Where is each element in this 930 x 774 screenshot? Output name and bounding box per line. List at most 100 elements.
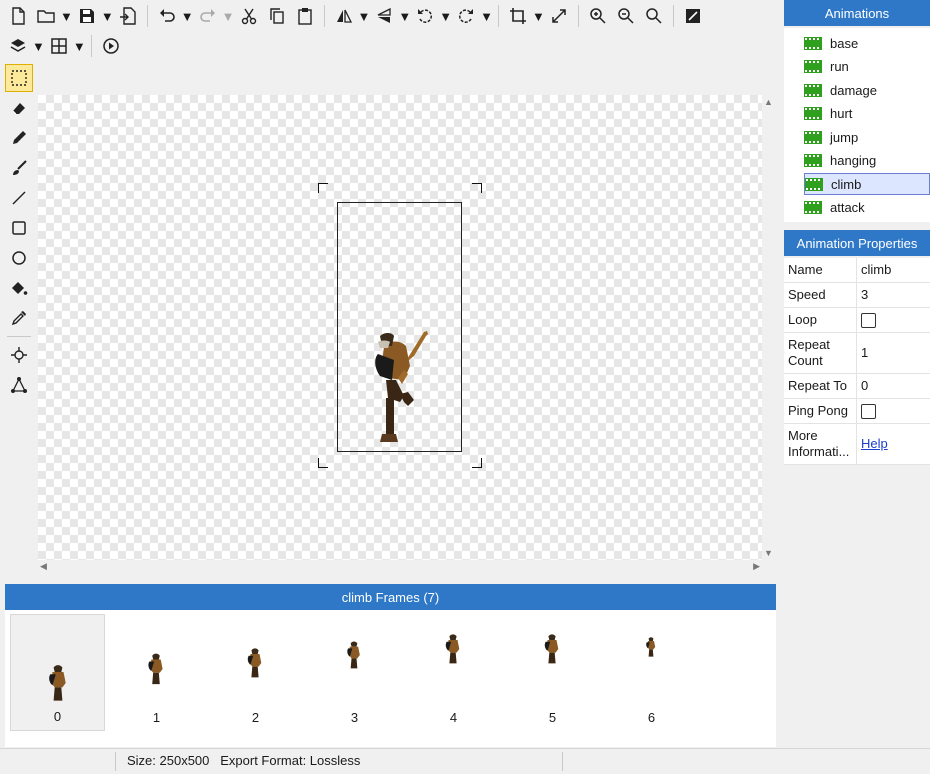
frame-sprite-thumbnail xyxy=(247,648,262,678)
origin-point-tool[interactable] xyxy=(5,341,33,369)
invert-color-button[interactable] xyxy=(679,3,707,29)
ping-pong-checkbox[interactable] xyxy=(861,403,876,419)
animation-label: climb xyxy=(831,176,862,192)
animation-item-run[interactable]: run xyxy=(804,56,930,78)
new-file-button[interactable] xyxy=(4,3,32,29)
nodes-tool[interactable] xyxy=(5,371,33,399)
save-dropdown-arrow[interactable]: ▼ xyxy=(101,9,114,24)
eraser-tool[interactable] xyxy=(5,94,33,122)
rotate-right-dropdown-arrow[interactable]: ▼ xyxy=(480,9,493,24)
fill-tool[interactable] xyxy=(5,274,33,302)
frame-thumbnail[interactable]: 5 xyxy=(505,614,600,731)
open-button[interactable] xyxy=(32,3,60,29)
frame-index-label: 6 xyxy=(647,710,656,725)
vertical-scrollbar[interactable]: ▲ ▼ xyxy=(762,95,776,560)
frame-thumbnail[interactable]: 4 xyxy=(406,614,501,731)
zoom-fit-button[interactable] xyxy=(640,3,668,29)
animation-item-damage[interactable]: damage xyxy=(804,79,930,101)
rotate-left-button[interactable] xyxy=(411,3,439,29)
help-link[interactable]: Help xyxy=(861,436,888,452)
loop-checkbox[interactable] xyxy=(861,312,876,328)
animation-item-climb[interactable]: climb xyxy=(804,173,930,195)
crop-button[interactable] xyxy=(504,3,532,29)
repeat-count-field[interactable]: 1 xyxy=(857,333,930,373)
zoom-in-button[interactable] xyxy=(584,3,612,29)
flip-horizontal-button[interactable] xyxy=(330,3,358,29)
selection-handle-top-right[interactable] xyxy=(472,183,482,193)
brush-tool[interactable] xyxy=(5,154,33,182)
frame-thumbnail[interactable]: 2 xyxy=(208,614,303,731)
status-separator xyxy=(115,752,116,771)
grid-dropdown-arrow[interactable]: ▼ xyxy=(73,39,86,54)
toolbar-separator xyxy=(672,5,674,27)
selection-tool[interactable] xyxy=(5,64,33,92)
crop-dropdown-arrow[interactable]: ▼ xyxy=(532,9,545,24)
layers-button[interactable] xyxy=(4,33,32,59)
frame-thumbnail[interactable]: 6 xyxy=(604,614,699,731)
scroll-down-arrow[interactable]: ▼ xyxy=(764,548,773,558)
pencil-tool[interactable] xyxy=(5,124,33,152)
animation-item-jump[interactable]: jump xyxy=(804,126,930,148)
film-strip-icon xyxy=(804,60,822,73)
rotate-left-dropdown-arrow[interactable]: ▼ xyxy=(439,9,452,24)
ellipse-tool[interactable] xyxy=(5,244,33,272)
resize-button[interactable] xyxy=(545,3,573,29)
copy-button[interactable] xyxy=(263,3,291,29)
film-strip-icon xyxy=(804,36,822,50)
undo-button[interactable] xyxy=(153,3,181,29)
cut-button[interactable] xyxy=(235,3,263,29)
property-label: Repeat Count xyxy=(784,333,857,373)
frame-thumbnail[interactable]: 3 xyxy=(307,614,402,731)
flip-vertical-dropdown-arrow[interactable]: ▼ xyxy=(398,9,411,24)
animation-item-attack[interactable]: attack xyxy=(804,197,930,219)
zoom-fit-icon xyxy=(645,7,663,25)
film-strip-icon xyxy=(804,130,822,144)
frame-sprite-thumbnail xyxy=(347,641,360,669)
animation-item-hanging[interactable]: hanging xyxy=(804,150,930,172)
animations-list: base run damage hurt jump hanging climb attack xyxy=(784,28,930,222)
animation-label: base xyxy=(830,35,859,51)
selection-handle-bottom-right[interactable] xyxy=(472,458,482,468)
flip-horizontal-dropdown-arrow[interactable]: ▼ xyxy=(358,9,371,24)
selection-handle-top-left[interactable] xyxy=(318,183,328,193)
frame-index-label: 3 xyxy=(350,710,359,725)
undo-icon xyxy=(158,7,176,25)
name-field[interactable]: climb xyxy=(857,258,930,282)
line-icon xyxy=(10,189,28,207)
right-panel: Animations base run damage hurt jump hanging c… xyxy=(784,0,930,774)
animation-item-hurt[interactable]: hurt xyxy=(804,103,930,125)
frame-thumbnail[interactable]: 0 xyxy=(10,614,105,731)
line-tool[interactable] xyxy=(5,184,33,212)
selection-handle-bottom-left[interactable] xyxy=(318,458,328,468)
redo-button[interactable] xyxy=(194,3,222,29)
frame-thumbnail[interactable]: 1 xyxy=(109,614,204,731)
undo-dropdown-arrow[interactable]: ▼ xyxy=(181,9,194,24)
play-button[interactable] xyxy=(97,33,125,59)
export-button[interactable] xyxy=(114,3,142,29)
rotate-right-button[interactable] xyxy=(452,3,480,29)
property-row-repeat-to: Repeat To 0 xyxy=(784,374,930,399)
copy-icon xyxy=(268,7,286,25)
property-label: Name xyxy=(784,258,857,282)
eyedropper-tool[interactable] xyxy=(5,304,33,332)
scroll-left-arrow[interactable]: ◀ xyxy=(40,561,47,572)
layers-dropdown-arrow[interactable]: ▼ xyxy=(32,39,45,54)
grid-button[interactable] xyxy=(45,33,73,59)
save-button[interactable] xyxy=(73,3,101,29)
rotate-right-icon xyxy=(457,7,475,25)
redo-dropdown-arrow[interactable]: ▼ xyxy=(222,9,235,24)
scroll-right-arrow[interactable]: ▶ xyxy=(753,561,760,572)
scroll-up-arrow[interactable]: ▲ xyxy=(764,97,773,107)
horizontal-scrollbar[interactable]: ◀ ▶ xyxy=(38,560,762,574)
flip-vertical-button[interactable] xyxy=(370,3,398,29)
zoom-out-button[interactable] xyxy=(612,3,640,29)
toolbar-separator xyxy=(90,35,92,57)
repeat-to-field[interactable]: 0 xyxy=(857,374,930,398)
speed-field[interactable]: 3 xyxy=(857,283,930,307)
open-dropdown-arrow[interactable]: ▼ xyxy=(60,9,73,24)
animation-item-base[interactable]: base xyxy=(804,32,930,54)
drawing-canvas[interactable] xyxy=(38,95,762,560)
paste-button[interactable] xyxy=(291,3,319,29)
crop-icon xyxy=(509,7,527,25)
rectangle-tool[interactable] xyxy=(5,214,33,242)
